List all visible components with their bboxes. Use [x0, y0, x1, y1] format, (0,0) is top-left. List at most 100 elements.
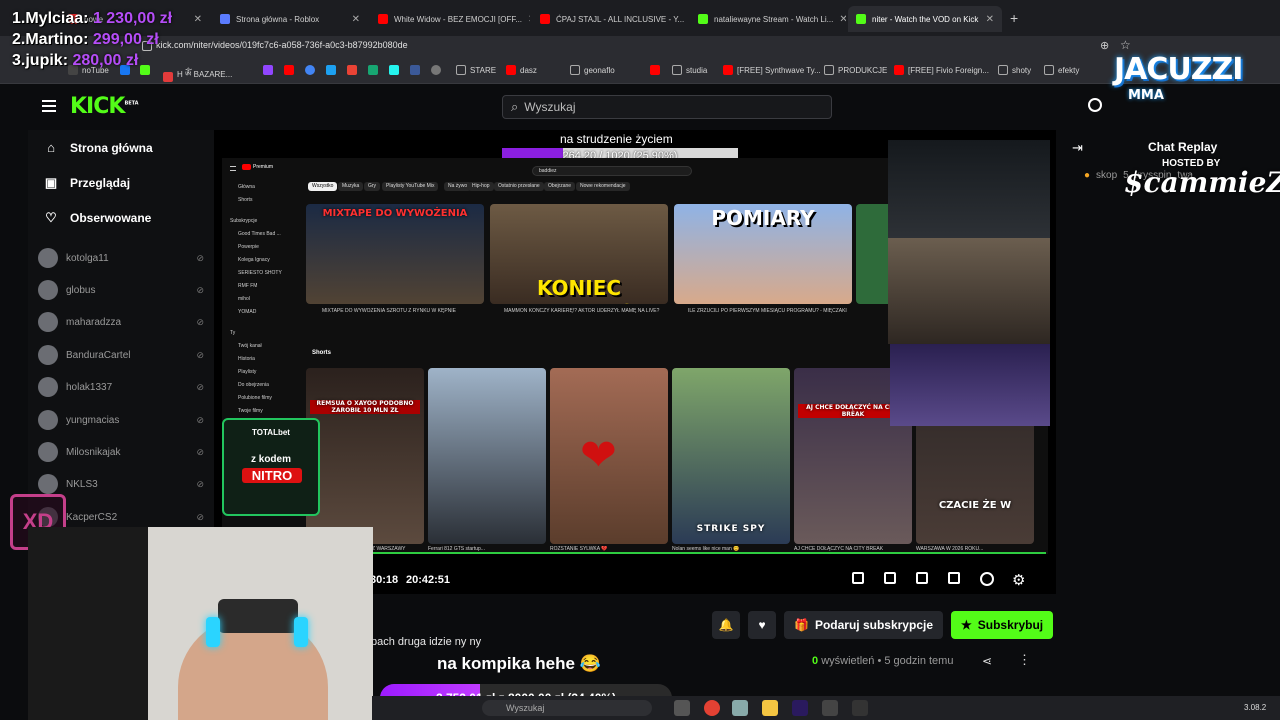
search-placeholder: Wyszukaj — [524, 100, 576, 114]
fullscreen-icon[interactable] — [948, 572, 960, 584]
close-icon[interactable]: ✕ — [528, 14, 530, 25]
channel-name: KacperCS2 — [66, 511, 118, 523]
bookmark-item[interactable] — [389, 65, 399, 75]
headphone-icon — [294, 617, 308, 647]
bookmarks-bar: noTube H ༀ BAZARE... STARE dasz geonaflo… — [0, 58, 1280, 84]
bookmark-label: geonaflo — [584, 65, 615, 75]
tab-label: niter - Watch the VOD on Kick — [872, 14, 979, 24]
os-taskbar: Wyszukaj 3.08.2 — [372, 696, 1280, 720]
channel-name: BanduraCartel — [66, 349, 131, 361]
subscribe-button[interactable]: ★ Subskrybuj — [951, 611, 1054, 639]
channel-item[interactable]: globus ⊘ — [38, 280, 204, 300]
steam-icon[interactable] — [674, 700, 690, 716]
youtube-icon — [540, 14, 550, 24]
close-icon[interactable]: ✕ — [986, 14, 994, 25]
bookmark-item[interactable]: [FREE] Fivio Foreign... — [894, 65, 989, 75]
bookmark-item[interactable] — [410, 65, 420, 75]
bookmark-folder[interactable]: efekty — [1044, 65, 1079, 75]
share-icon[interactable]: ⋖ — [982, 654, 992, 668]
bookmark-folder[interactable]: shoty — [998, 65, 1031, 75]
bookmark-folder[interactable]: geonaflo — [570, 65, 615, 75]
bookmark-folder[interactable]: PRODUKCJE — [824, 65, 887, 75]
close-icon[interactable]: ✕ — [194, 14, 202, 25]
bookmark-item[interactable] — [650, 65, 660, 75]
broken-heart-icon: ❤ — [580, 431, 617, 480]
menu-icon[interactable] — [42, 100, 56, 112]
browser-tab[interactable]: White Widow - BEZ EMOCJI [OFF... ✕ — [370, 6, 530, 32]
app-icon[interactable] — [732, 700, 748, 716]
youtube-icon — [506, 65, 516, 75]
zoom-icon[interactable]: ⊕ — [1100, 39, 1109, 52]
close-icon[interactable]: ✕ — [352, 14, 360, 25]
bookmark-item[interactable]: [FREE] Synthwave Ty... — [723, 65, 821, 75]
browser-tab[interactable]: ĆPAJ STAJL - ALL INCLUSIVE - Y... ✕ — [532, 6, 688, 32]
app-icon[interactable] — [822, 700, 838, 716]
theater-icon[interactable] — [916, 572, 928, 584]
nav-following[interactable]: ♡ Obserwowane — [44, 210, 151, 226]
browser-tab-active[interactable]: niter - Watch the VOD on Kick ✕ — [848, 6, 1002, 32]
clock: 3.08.2 — [1244, 703, 1267, 712]
kick-logo[interactable]: KICKBETA — [70, 94, 139, 119]
taskbar-search[interactable]: Wyszukaj — [482, 700, 652, 716]
stream-status-icon[interactable] — [1088, 98, 1102, 112]
bookmark-item[interactable] — [368, 65, 378, 75]
settings-icon[interactable]: ⚙ — [1012, 571, 1025, 589]
gift-subscription-button[interactable]: 🎁 Podaruj subskrypcje — [784, 611, 943, 639]
browser-tab[interactable]: nataliewayne Stream - Watch Li... ✕ — [690, 6, 846, 32]
folder-icon[interactable] — [762, 700, 778, 716]
nav-label: Obserwowane — [70, 211, 152, 225]
channel-name: yungmacias — [66, 414, 120, 426]
channel-item[interactable]: BanduraCartel ⊘ — [38, 345, 204, 365]
yt-nav-item: Do obejrzenia — [238, 382, 269, 388]
bookmark-item[interactable] — [284, 65, 294, 75]
bookmark-item[interactable] — [263, 65, 273, 75]
nav-browse[interactable]: ▣ Przeglądaj — [44, 175, 130, 191]
jacuzzi-text: JACUZZI — [1114, 52, 1243, 87]
app-icon[interactable] — [852, 700, 868, 716]
rank: 3. — [12, 52, 26, 69]
notification-bell-button[interactable]: 🔔 — [712, 611, 740, 639]
streamer-cam — [888, 140, 1050, 238]
bookmark-folder[interactable]: studia — [672, 65, 707, 75]
collapse-chat-icon[interactable]: ⇥ — [1072, 140, 1083, 156]
video-player[interactable]: na strudzenie życiem 264.20 / 1020 (25.9… — [214, 130, 1056, 594]
channel-item[interactable]: yungmacias ⊘ — [38, 410, 204, 430]
bookmark-item[interactable]: dasz — [506, 65, 537, 75]
browser-tab[interactable]: Strona główna - Roblox ✕ — [212, 6, 368, 32]
channel-item[interactable]: NKLS3 ⊘ — [38, 474, 204, 494]
clip-icon[interactable] — [884, 572, 896, 584]
pip-icon[interactable] — [852, 572, 864, 584]
premiere-icon[interactable] — [792, 700, 808, 716]
twitch-icon — [263, 65, 273, 75]
bookmark-item[interactable] — [305, 65, 315, 75]
channel-item[interactable]: maharadzza ⊘ — [38, 312, 204, 332]
bookmark-label: efekty — [1058, 65, 1080, 75]
channel-item[interactable]: Milosnikajak ⊘ — [38, 442, 204, 462]
streamer-webcam — [28, 527, 373, 720]
tab-label: Strona główna - Roblox — [236, 14, 320, 24]
bookmark-item[interactable] — [431, 65, 441, 75]
video-title: ILE ZRZUCILI PO PIERWSZYM MIESIĄCU PROGR… — [688, 308, 848, 314]
tiktok-icon — [389, 65, 399, 75]
folder-icon — [1044, 65, 1054, 75]
url-field[interactable]: kick.com/niter/videos/019fc7c6-a058-736f… — [156, 40, 408, 50]
channel-item[interactable]: kotolga11 ⊘ — [38, 248, 204, 268]
gift-icon: ● — [1084, 170, 1091, 181]
chrome-icon[interactable] — [704, 700, 720, 716]
kick-icon — [856, 14, 866, 24]
bookmark-item[interactable] — [326, 65, 336, 75]
thumbnail-caption: KONIEC KARIERY? — [525, 276, 633, 304]
jacuzzi-mma-logo: JACUZZI MMA HOSTED BY $cammieZ — [1110, 8, 1280, 199]
bookmark-folder[interactable]: STARE — [456, 65, 496, 75]
donor-name: Martino — [25, 31, 84, 48]
more-icon[interactable]: ⋮ — [1018, 652, 1031, 668]
follow-button[interactable]: ♥ — [748, 611, 776, 639]
search-input[interactable]: ⌕ Wyszukaj — [502, 95, 832, 119]
new-tab-icon[interactable]: + — [1010, 10, 1018, 26]
shorts-heading: Shorts — [312, 350, 332, 356]
close-icon[interactable]: ✕ — [839, 14, 846, 25]
speed-icon[interactable] — [980, 572, 994, 586]
channel-item[interactable]: holak1337 ⊘ — [38, 377, 204, 397]
bookmark-item[interactable] — [347, 65, 357, 75]
nav-home[interactable]: ⌂ Strona główna — [44, 140, 153, 155]
